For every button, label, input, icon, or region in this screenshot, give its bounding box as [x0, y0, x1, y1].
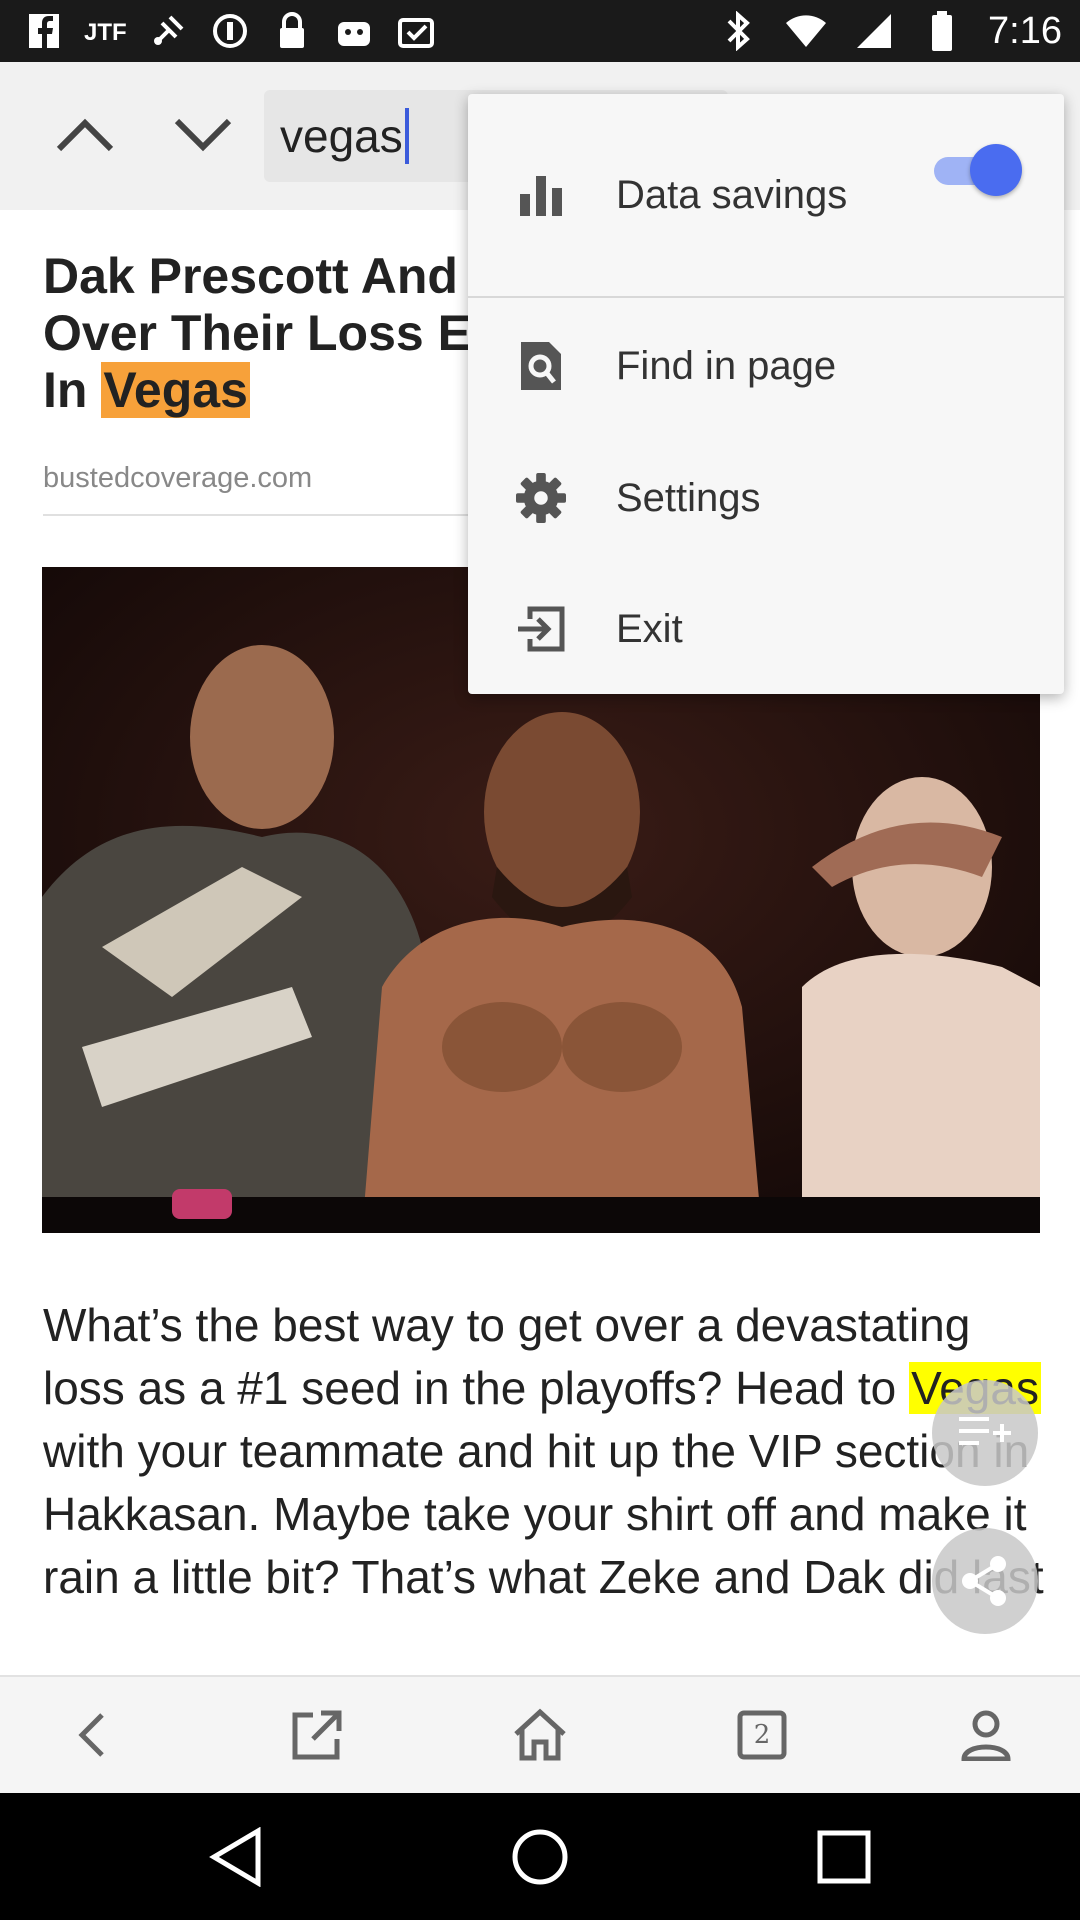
exit-icon	[516, 604, 566, 654]
bar-chart-icon	[516, 170, 566, 220]
find-query-text: vegas	[280, 110, 403, 162]
find-next-button[interactable]	[158, 100, 248, 170]
headline-line-3: In	[43, 362, 102, 418]
open-external-icon	[292, 1710, 342, 1760]
article-headline[interactable]: Dak Prescott And Over Their Loss E In Vega…	[43, 248, 483, 419]
status-bar: JTF 7:16	[0, 0, 1080, 62]
chevron-down-icon	[174, 118, 232, 152]
share-icon	[962, 1556, 1006, 1606]
jio-icon: JTF	[84, 9, 128, 53]
system-navigation-bar	[0, 1793, 1080, 1920]
chevron-up-icon	[56, 118, 114, 152]
body-text-before: What’s the best way to get over a devast…	[43, 1299, 971, 1414]
back-icon	[78, 1713, 104, 1757]
data-savings-toggle[interactable]	[928, 144, 1022, 196]
bluetooth-icon	[716, 9, 760, 53]
menu-item-find-in-page[interactable]: Find in page	[468, 311, 1064, 421]
back-button[interactable]	[52, 1699, 132, 1771]
article-source[interactable]: bustedcoverage.com	[43, 462, 312, 495]
wifi-icon	[784, 9, 828, 53]
headline-line-1: Dak Prescott And	[43, 248, 458, 304]
gear-icon	[516, 473, 566, 523]
square-recents-icon	[817, 1830, 871, 1884]
triangle-back-icon	[209, 1827, 261, 1887]
headline-line-2: Over Their Loss E	[43, 305, 471, 361]
body-text-after: with your teammate and hit up the VIP se…	[43, 1425, 1044, 1603]
data-saver-icon	[208, 9, 252, 53]
profile-button[interactable]	[946, 1699, 1026, 1771]
home-icon	[514, 1708, 566, 1761]
overflow-menu: Data savings Find in page Settings Exit	[468, 94, 1064, 694]
system-home-button[interactable]	[504, 1821, 576, 1893]
menu-label-settings: Settings	[616, 475, 761, 520]
android-icon	[332, 9, 376, 53]
text-cursor	[404, 108, 409, 164]
facebook-icon	[22, 9, 66, 53]
headline-search-match: Vegas	[101, 362, 250, 418]
clock: 7:16	[988, 9, 1062, 52]
profile-icon	[961, 1710, 1011, 1761]
article-body: What’s the best way to get over a devast…	[43, 1294, 1053, 1609]
tabs-button[interactable]: 2	[722, 1699, 802, 1771]
circle-home-icon	[512, 1829, 568, 1885]
toggle-knob	[970, 144, 1022, 196]
menu-item-settings[interactable]: Settings	[468, 443, 1064, 553]
menu-item-exit[interactable]: Exit	[468, 574, 1064, 684]
browser-toolbar: 2	[0, 1675, 1080, 1795]
find-previous-button[interactable]	[40, 100, 130, 170]
battery-icon	[920, 9, 964, 53]
home-button[interactable]	[500, 1699, 580, 1771]
playlist-add-icon	[959, 1417, 1011, 1445]
system-back-button[interactable]	[200, 1821, 272, 1893]
fake-gps-icon	[146, 9, 190, 53]
add-to-reading-list-button[interactable]	[932, 1380, 1038, 1486]
menu-divider	[468, 296, 1064, 298]
menu-label-data-savings: Data savings	[616, 172, 848, 217]
signal-icon	[852, 9, 896, 53]
find-in-page-icon	[516, 341, 566, 391]
share-button[interactable]	[932, 1528, 1038, 1634]
menu-label-exit: Exit	[616, 606, 683, 651]
system-recents-button[interactable]	[808, 1821, 880, 1893]
open-external-button[interactable]	[277, 1699, 357, 1771]
tab-count: 2	[753, 1720, 771, 1750]
lock-icon	[270, 9, 314, 53]
svg-text:JTF: JTF	[84, 19, 127, 46]
clipboard-check-icon	[394, 9, 438, 53]
menu-label-find-in-page: Find in page	[616, 343, 837, 388]
